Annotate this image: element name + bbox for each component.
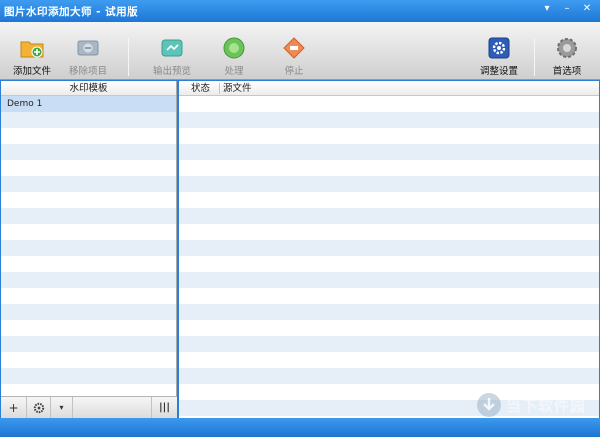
remove-icon — [76, 37, 100, 59]
gear-icon — [487, 37, 511, 59]
file-list-panel: 状态 源文件 — [179, 81, 599, 418]
status-bar — [0, 418, 600, 437]
output-preview-button[interactable]: 输出预览 — [150, 22, 194, 80]
template-toolbar: + ▾ ||| — [1, 396, 177, 419]
site-watermark: 当下软件园 — [476, 392, 586, 418]
folder-add-icon — [20, 37, 44, 59]
columns-toggle-button[interactable]: ||| — [151, 396, 177, 419]
preferences-button[interactable]: 首选项 — [546, 22, 588, 80]
template-column-header[interactable]: 水印模板 — [1, 81, 176, 96]
download-icon — [476, 393, 501, 417]
toolbar: 添加文件 移除项目 输出预览 处理 停止 调整设置 首选项 — [0, 22, 600, 80]
menu-dropdown-button[interactable]: ▾ — [538, 2, 556, 16]
file-list-header: 状态 源文件 — [179, 81, 599, 96]
settings-dropdown-arrow[interactable]: ▾ — [51, 396, 73, 419]
add-file-button[interactable]: 添加文件 — [10, 22, 54, 80]
preview-icon — [160, 37, 184, 59]
toolbar-separator — [128, 38, 129, 76]
process-button[interactable]: 处理 — [214, 22, 254, 80]
adjust-settings-button[interactable]: 调整设置 — [476, 22, 522, 80]
close-button[interactable]: ✕ — [578, 2, 596, 16]
template-settings-icon[interactable] — [27, 396, 51, 419]
remove-item-button[interactable]: 移除项目 — [66, 22, 110, 80]
template-panel: 水印模板 Demo 1 + ▾ ||| — [1, 81, 177, 419]
add-template-button[interactable]: + — [1, 396, 27, 419]
template-item[interactable]: Demo 1 — [1, 96, 176, 112]
stop-button[interactable]: 停止 — [274, 22, 314, 80]
source-file-column-header[interactable]: 源文件 — [223, 81, 252, 96]
process-icon — [222, 37, 246, 59]
toolbar-separator — [534, 38, 535, 76]
file-list[interactable] — [179, 96, 599, 418]
window-controls: ▾ – ✕ — [538, 2, 596, 16]
minimize-button[interactable]: – — [558, 2, 576, 16]
title-bar: 图片水印添加大师 - 试用版 ▾ – ✕ — [0, 0, 600, 22]
preferences-gear-icon — [555, 37, 579, 59]
stop-icon — [282, 37, 306, 59]
window-title: 图片水印添加大师 - 试用版 — [4, 5, 139, 18]
status-column-header[interactable]: 状态 — [191, 81, 210, 96]
template-list: Demo 1 — [1, 96, 176, 396]
